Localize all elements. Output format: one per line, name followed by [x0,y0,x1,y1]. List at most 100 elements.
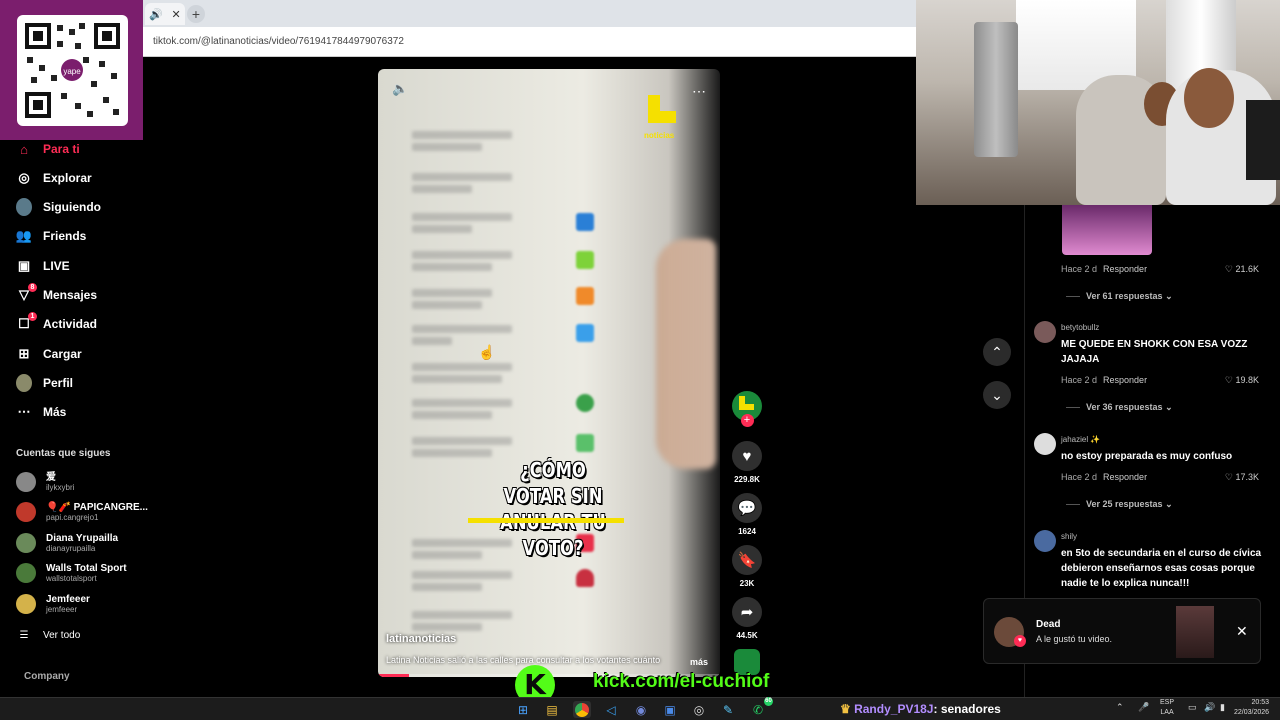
language-indicator[interactable]: ESP LAA [1160,698,1174,718]
avatar[interactable] [1034,530,1056,552]
vscode-icon[interactable]: ◁ [602,701,620,718]
upload-icon: ⊞ [18,346,30,361]
sidebar-item-live[interactable]: ▣ LIVE [16,255,70,277]
speaker-icon[interactable]: 🔈 [392,81,408,97]
live-icon: ▣ [17,258,31,273]
taskbar: ⊞ ▤ ◁ ◉ ▣ ◎ ✎ ✆ 60 ♛ Randy_PV18J: senador… [0,697,1280,720]
notification-toast[interactable]: ♥ Dead A le gustó tu video. ✕ [983,598,1261,664]
view-replies-button[interactable]: Ver 36 respuestas ⌄ [1066,402,1173,413]
sidebar-item-mensajes[interactable]: ▽ 8 Mensajes [16,283,97,306]
microphone-icon[interactable]: 🎤 [1138,702,1149,713]
avatar [16,594,36,614]
compass-icon: ◎ [18,170,30,185]
url-text[interactable]: tiktok.com/@latinanoticias/video/7619417… [153,36,404,47]
save-button[interactable]: 🔖 23K [732,545,762,588]
sidebar-item-perfil[interactable]: Perfil [16,372,73,394]
comment-like-count[interactable]: ♡ 17.3K [1225,472,1259,483]
profile-icon [16,374,32,392]
discord-icon[interactable]: ◉ [632,701,650,718]
battery-icon[interactable]: ▮ [1220,702,1225,713]
list-icon: ☰ [19,629,29,641]
sidebar-item-friends[interactable]: 👥 Friends [16,225,86,247]
browser-tab-bar: 🔊 ✕ + [143,0,916,27]
feather-icon[interactable]: ✎ [719,701,737,718]
monitor-icon[interactable]: ▭ [1188,702,1197,713]
friends-icon: 👥 [15,228,33,243]
following-account[interactable]: Jemfeeer jemfeeer [16,594,90,614]
qr-code: yape [17,15,128,126]
following-account[interactable]: 爱 ilykxybri [16,472,74,492]
stream-chat-message: ♛ Randy_PV18J: senadores [840,702,1001,716]
previous-video-button[interactable]: ⌃ [983,338,1011,366]
system-clock[interactable]: 20:53 22/03/2026 [1234,698,1269,718]
notification-thumbnail[interactable] [1176,606,1214,658]
notification-subtitle: A le gustó tu video. [1036,634,1113,644]
app-icon[interactable]: ▣ [661,701,679,718]
notification-badge: 8 [28,283,37,292]
comment-button[interactable]: 💬 1624 [732,493,762,536]
follow-plus-icon[interactable]: + [740,414,754,427]
comment-text: no estoy preparada es muy confuso [1061,451,1233,462]
following-account[interactable]: 🎈🧨 PAPICANGRE... papi.cangrejo1 [16,502,148,522]
avatar [16,502,36,522]
view-replies-button[interactable]: Ver 61 respuestas ⌄ [1066,291,1173,302]
new-tab-button[interactable]: + [187,5,205,23]
following-title: Cuentas que sigues [16,448,111,459]
comment-meta: Hace 2 d Responder ♡ 19.8K [1061,375,1259,385]
fridge-background [974,22,1018,157]
sidebar-item-mas[interactable]: ⋯ Más [16,401,67,423]
sidebar-item-cargar[interactable]: ⊞ Cargar [16,343,82,365]
svg-text:yape: yape [63,67,81,76]
reply-button[interactable]: Responder [1103,264,1147,274]
comment-like-count[interactable]: ♡ 19.8K [1225,375,1259,386]
sidebar-item-siguiendo[interactable]: Siguiendo [16,196,101,218]
avatar [16,533,36,553]
file-explorer-icon[interactable]: ▤ [543,701,561,718]
sidebar-item-actividad[interactable]: ☐ 1 Actividad [16,312,97,335]
following-account[interactable]: Walls Total Sport wallstotalsport [16,563,127,583]
qr-pattern-icon: yape [25,23,120,118]
volume-icon[interactable]: 🔊 [1204,702,1215,713]
comment-like-count[interactable]: ♡ 21.6K [1225,264,1259,275]
whatsapp-icon[interactable]: ✆ 60 [749,697,773,718]
avatar[interactable] [1034,433,1056,455]
avatar [16,472,36,492]
close-icon[interactable]: ✕ [1236,623,1248,640]
avatar[interactable] [1034,321,1056,343]
see-all-link[interactable]: ☰ Ver todo [16,624,81,646]
video-caption: Latina Noticias salió a las calles para … [386,655,661,665]
reply-button[interactable]: Responder [1103,472,1147,482]
windows-start-icon[interactable]: ⊞ [514,701,532,718]
hand-graphic [656,239,716,469]
comment-username[interactable]: betytobullz [1061,323,1099,332]
video-player[interactable]: 🔈 ⋯ noticias ¿CÓMO VOTAR SIN ANULAR TU V… [378,69,720,677]
chrome-icon[interactable] [573,701,591,718]
sidebar-item-para-ti[interactable]: ⌂ Para ti [16,138,80,160]
chevron-up-icon[interactable]: ⌃ [1116,702,1124,713]
obs-icon[interactable]: ◎ [690,701,708,718]
company-link[interactable]: Company [24,671,70,682]
comment-username[interactable]: shily [1061,532,1077,541]
close-icon[interactable]: ✕ [172,8,181,21]
video-progress-fill [378,674,409,677]
crown-icon: ♛ [840,702,855,716]
reply-button[interactable]: Responder [1103,375,1147,385]
address-bar[interactable]: tiktok.com/@latinanoticias/video/7619417… [143,27,916,57]
next-video-button[interactable]: ⌄ [983,381,1011,409]
view-replies-button[interactable]: Ver 25 respuestas ⌄ [1066,499,1173,510]
speaker-icon[interactable]: 🔊 [149,8,163,21]
comment-text: en 5to de secundaria en el curso de cívi… [1061,548,1262,589]
sidebar-item-explorar[interactable]: ◎ Explorar [16,167,91,189]
following-account[interactable]: Diana Yrupailla dianayrupailla [16,533,118,553]
chevron-up-icon: ⌃ [991,343,1003,360]
qr-code-overlay: yape [0,0,143,140]
more-options-icon[interactable]: ⋯ [692,83,706,100]
comment-username[interactable]: jahaziel ✨ [1061,435,1100,444]
browser-tab[interactable]: 🔊 ✕ [145,3,185,25]
video-author[interactable]: latinanoticias [386,633,456,645]
share-button[interactable]: ➦ 44.5K [732,597,762,640]
creator-avatar-button[interactable]: + [732,391,762,427]
more-icon: ⋯ [17,404,31,419]
like-button[interactable]: ♥ 229.8K [732,441,762,484]
webcam-overlay [916,0,1280,205]
